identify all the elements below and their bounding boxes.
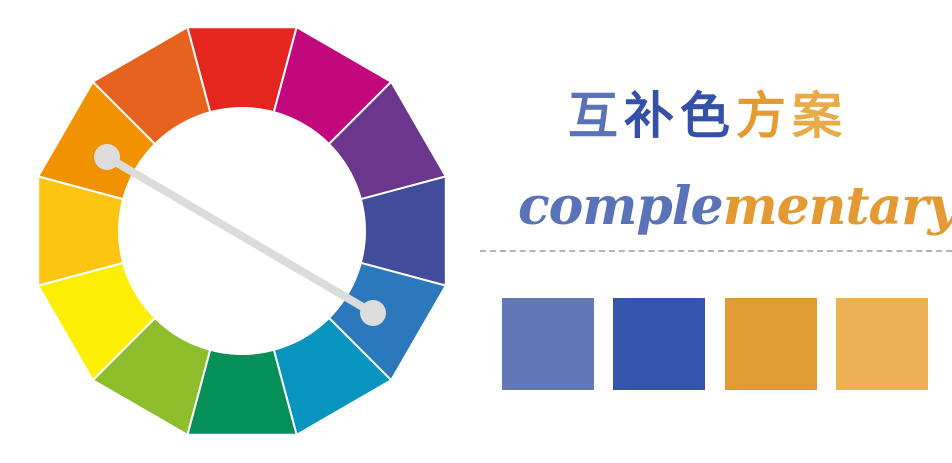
title-char-2: 补 bbox=[624, 87, 680, 145]
title-english-part1: comple bbox=[518, 176, 724, 237]
title-char-4: 方 bbox=[736, 87, 792, 145]
color-wheel bbox=[36, 25, 448, 437]
title-chinese: 互补色方案 bbox=[568, 84, 868, 148]
selected-color-marker-blue bbox=[360, 300, 386, 326]
title-english: complementary bbox=[518, 172, 952, 242]
title-char-5: 案 bbox=[792, 87, 848, 145]
title-char-3: 色 bbox=[680, 87, 736, 145]
selected-color-marker-orange bbox=[94, 144, 120, 170]
divider-line bbox=[480, 250, 952, 252]
title-char-1: 互 bbox=[568, 87, 624, 145]
color-swatch-2 bbox=[613, 298, 705, 390]
color-swatch-1 bbox=[502, 298, 594, 390]
title-english-part2: mentary bbox=[722, 176, 952, 237]
color-swatch-3 bbox=[725, 298, 817, 390]
color-swatch-4 bbox=[836, 298, 928, 390]
wheel-center bbox=[118, 107, 366, 355]
